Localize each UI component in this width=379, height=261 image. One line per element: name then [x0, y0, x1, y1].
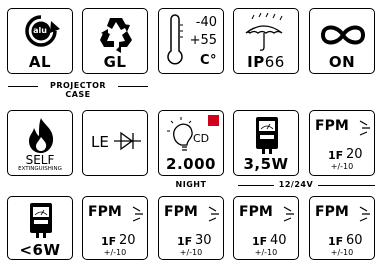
al-label: AL	[28, 53, 52, 71]
gl-label: GL	[103, 53, 127, 71]
fpm-60-tile: FPM 1F 60 +/-10	[309, 196, 375, 260]
extinguishing-label: EXTINGUISHING	[18, 166, 62, 172]
al-recycling-tile: alu AL	[7, 8, 73, 74]
fpm-value: 30	[195, 233, 212, 248]
fpm-20-tile: FPM 1F 20 +/-10	[82, 196, 148, 260]
fpm-value: 40	[270, 233, 287, 248]
power-3-5w-value: 3,5W	[243, 155, 289, 173]
cd-label: CD	[193, 132, 210, 145]
night-value: 2.000	[166, 155, 216, 173]
self-label: SELF	[25, 153, 55, 167]
fpm-tolerance: +/-10	[330, 162, 354, 171]
night-tile: CD 2.000	[158, 110, 224, 176]
night-caption: NIGHT	[175, 180, 207, 189]
self-extinguishing-tile: SELF EXTINGUISHING	[7, 110, 73, 176]
power-lt-6w-tile: <6W	[7, 196, 73, 260]
fpm-1f: 1F	[101, 235, 117, 248]
projector-caption-line1: PROJECTOR	[49, 81, 107, 90]
fpm-value: 60	[346, 233, 363, 248]
ip-rating-tile: IP66	[233, 8, 299, 74]
power-3-5w-tile: 3,5W	[233, 110, 299, 176]
fpm-1f: 1F	[328, 235, 344, 248]
caption-rule-left	[8, 86, 38, 87]
fpm-1f: 1F	[252, 235, 268, 248]
fpm-tolerance: +/-10	[103, 248, 127, 257]
voltage-caption: 12/24V	[278, 180, 314, 189]
temperature-min: -40	[195, 15, 217, 30]
fpm-40-tile: FPM 1F 40 +/-10	[233, 196, 299, 260]
continuous-tile: ON	[309, 8, 375, 74]
gl-recycling-tile: GL	[82, 8, 148, 74]
projector-caption-line2: CASE	[65, 90, 91, 99]
fpm-20-tile-top: FPM 1F 20 +/-10	[309, 110, 375, 176]
fpm-value: 20	[346, 147, 363, 162]
night-accent-square	[208, 115, 219, 126]
diode-icon	[114, 131, 141, 151]
led-tile: LE	[82, 110, 148, 176]
fpm-value: 20	[119, 233, 136, 248]
ip-prefix: IP	[247, 53, 265, 71]
temperature-unit: C°	[199, 53, 217, 68]
fpm-1f: 1F	[328, 149, 344, 162]
on-label: ON	[328, 53, 356, 71]
voltage-rule-left	[238, 185, 274, 186]
caption-rule-right	[118, 86, 148, 87]
voltage-rule-right	[318, 185, 375, 186]
fpm-tolerance: +/-10	[254, 248, 278, 257]
power-lt-6w-value: <6W	[19, 241, 61, 259]
fpm-tolerance: +/-10	[330, 248, 354, 257]
fpm-tolerance: +/-10	[179, 248, 203, 257]
ip-rating-label: IP66	[234, 53, 298, 71]
fpm-1f: 1F	[177, 235, 193, 248]
fpm-30-tile: FPM 1F 30 +/-10	[158, 196, 224, 260]
temperature-max: +55	[189, 33, 217, 48]
alu-logo-text: alu	[33, 26, 47, 35]
ip-value: 66	[264, 53, 285, 71]
temperature-tile: -40 +55 C°	[158, 8, 224, 74]
